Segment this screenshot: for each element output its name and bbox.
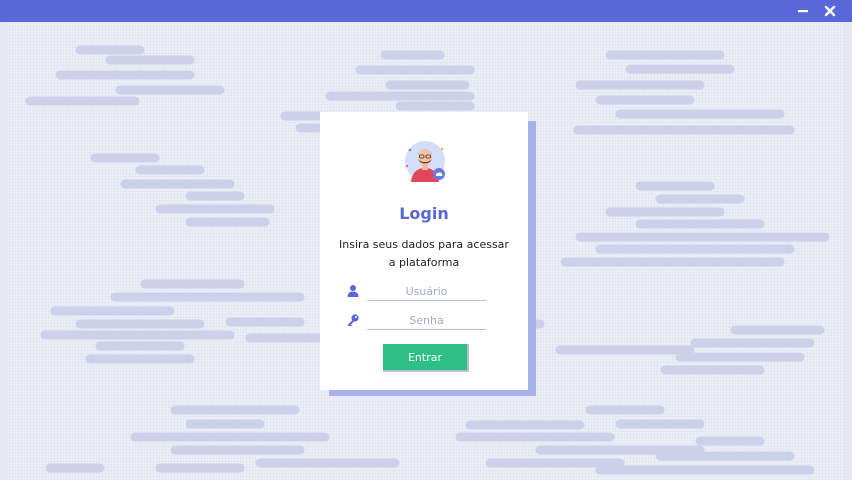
username-input[interactable] [367, 282, 486, 301]
login-card: Login Insira seus dados para acessar a p… [320, 112, 528, 390]
username-row [346, 282, 496, 302]
login-title: Login [399, 204, 449, 223]
user-icon [347, 285, 359, 297]
login-subtitle: Insira seus dados para acessar a platafo… [339, 238, 509, 269]
enter-button[interactable]: Entrar [383, 344, 469, 372]
password-row [346, 311, 496, 331]
app-window: Login Insira seus dados para acessar a p… [0, 0, 852, 480]
user-avatar-icon [405, 141, 445, 182]
password-input[interactable] [367, 311, 486, 330]
key-icon [347, 314, 359, 327]
